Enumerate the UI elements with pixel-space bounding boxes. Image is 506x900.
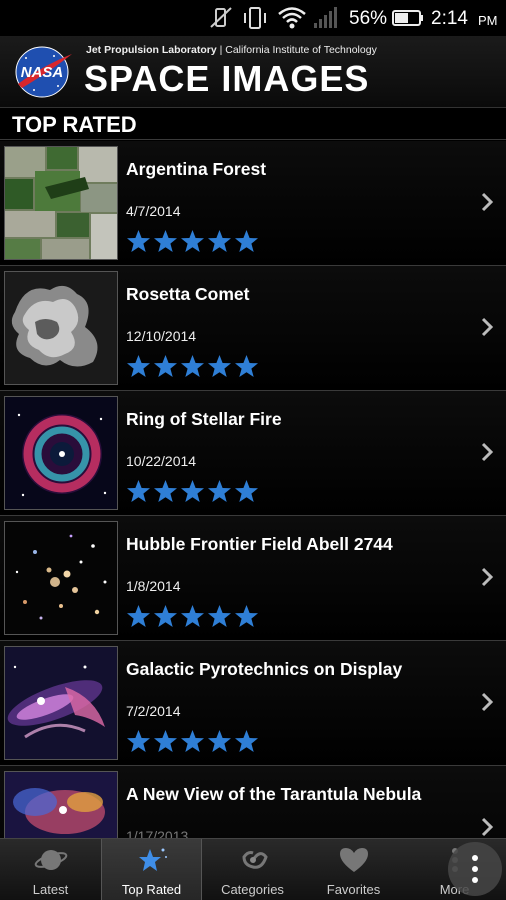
star-icon xyxy=(127,230,150,252)
star-icon xyxy=(181,480,204,502)
chevron-right-icon xyxy=(481,442,494,462)
status-bar: 56% 2:14 PM xyxy=(0,0,506,36)
heart-icon xyxy=(339,848,368,872)
tab-top-rated[interactable]: Top Rated xyxy=(101,839,202,900)
overflow-dot xyxy=(472,877,478,883)
thumbnail-image xyxy=(4,146,118,260)
image-list[interactable]: Argentina Forest 4/7/2014 Rosetta Comet … xyxy=(0,141,506,838)
list-item[interactable]: Rosetta Comet 12/10/2014 xyxy=(0,266,506,391)
rating-stars xyxy=(126,479,259,505)
star-icon xyxy=(235,230,258,252)
clock-ampm: PM xyxy=(478,13,498,28)
item-date: 10/22/2014 xyxy=(126,453,197,469)
star-icon xyxy=(235,605,258,627)
thumbnail-image xyxy=(4,521,118,635)
tab-favorites[interactable]: Favorites xyxy=(303,839,404,900)
star-icon xyxy=(154,230,177,252)
tab-label: Favorites xyxy=(326,882,381,897)
app-header: NASA Jet Propulsion Laboratory | Califor… xyxy=(0,36,506,108)
organization-line: Jet Propulsion Laboratory | California I… xyxy=(86,44,377,56)
list-item[interactable]: Ring of Stellar Fire 10/22/2014 xyxy=(0,391,506,516)
star-icon xyxy=(181,605,204,627)
list-item[interactable]: Galactic Pyrotechnics on Display 7/2/201… xyxy=(0,641,506,766)
item-title: Argentina Forest xyxy=(126,159,267,179)
chevron-right-icon xyxy=(481,317,494,337)
item-title: Galactic Pyrotechnics on Display xyxy=(126,659,403,679)
star-icon xyxy=(154,730,177,752)
item-title: Rosetta Comet xyxy=(126,284,250,304)
list-item[interactable]: Argentina Forest 4/7/2014 xyxy=(0,141,506,266)
tab-label: Categories xyxy=(221,882,284,897)
item-date: 1/17/2013 xyxy=(126,828,189,838)
section-title-label: TOP RATED xyxy=(12,112,137,137)
galaxy-icon xyxy=(241,851,268,869)
thumbnail-image xyxy=(4,271,118,385)
star-icon xyxy=(154,355,177,377)
star-sparkle-icon xyxy=(138,848,167,871)
overflow-dot xyxy=(472,866,478,872)
battery-percent: 56% xyxy=(349,8,388,29)
item-date: 12/10/2014 xyxy=(126,328,197,344)
chevron-right-icon xyxy=(481,192,494,212)
section-title: TOP RATED xyxy=(0,108,506,140)
signal-icon xyxy=(314,7,337,28)
list-item[interactable]: A New View of the Tarantula Nebula 1/17/… xyxy=(0,766,506,838)
item-date: 4/7/2014 xyxy=(126,203,181,219)
star-icon xyxy=(154,480,177,502)
star-icon xyxy=(181,730,204,752)
thumbnail-image xyxy=(4,771,118,838)
star-icon xyxy=(235,355,258,377)
battery-icon xyxy=(392,10,423,26)
nasa-logo-text: NASA xyxy=(21,64,64,81)
vibrate-icon xyxy=(244,7,266,29)
clock-time: 2:14 xyxy=(431,8,468,29)
planet-icon xyxy=(34,850,67,870)
tab-label: Top Rated xyxy=(121,882,182,897)
star-icon xyxy=(208,480,231,502)
star-icon xyxy=(235,480,258,502)
bottom-navigation: Latest Top Rated Categories Favorites Mo… xyxy=(0,838,506,900)
item-title: Hubble Frontier Field Abell 2744 xyxy=(126,534,393,554)
rating-stars xyxy=(126,354,259,380)
star-icon xyxy=(154,605,177,627)
star-icon xyxy=(208,230,231,252)
star-icon xyxy=(208,355,231,377)
star-icon xyxy=(208,730,231,752)
chevron-right-icon xyxy=(481,817,494,837)
overflow-menu-button[interactable] xyxy=(448,842,502,896)
thumbnail-image xyxy=(4,396,118,510)
item-title: Ring of Stellar Fire xyxy=(126,409,282,429)
tab-latest[interactable]: Latest xyxy=(0,839,101,900)
nasa-logo: NASA xyxy=(15,46,72,98)
list-item[interactable]: Hubble Frontier Field Abell 2744 1/8/201… xyxy=(0,516,506,641)
star-icon xyxy=(235,730,258,752)
chevron-right-icon xyxy=(481,692,494,712)
tab-categories[interactable]: Categories xyxy=(202,839,303,900)
rating-stars xyxy=(126,729,259,755)
star-icon xyxy=(208,605,231,627)
star-icon xyxy=(181,230,204,252)
vibrate-off-icon xyxy=(210,7,232,28)
tab-label: Latest xyxy=(32,882,69,897)
item-title: A New View of the Tarantula Nebula xyxy=(126,784,422,804)
wifi-icon xyxy=(278,7,306,29)
rating-stars xyxy=(126,604,259,630)
rating-stars xyxy=(126,229,259,255)
star-icon xyxy=(127,480,150,502)
star-icon xyxy=(181,355,204,377)
item-date: 7/2/2014 xyxy=(126,703,181,719)
thumbnail-image xyxy=(4,646,118,760)
overflow-dot xyxy=(472,855,478,861)
app-title: SPACE IMAGES xyxy=(84,58,370,99)
star-icon xyxy=(127,355,150,377)
chevron-right-icon xyxy=(481,567,494,587)
item-date: 1/8/2014 xyxy=(126,578,181,594)
star-icon xyxy=(127,605,150,627)
star-icon xyxy=(127,730,150,752)
